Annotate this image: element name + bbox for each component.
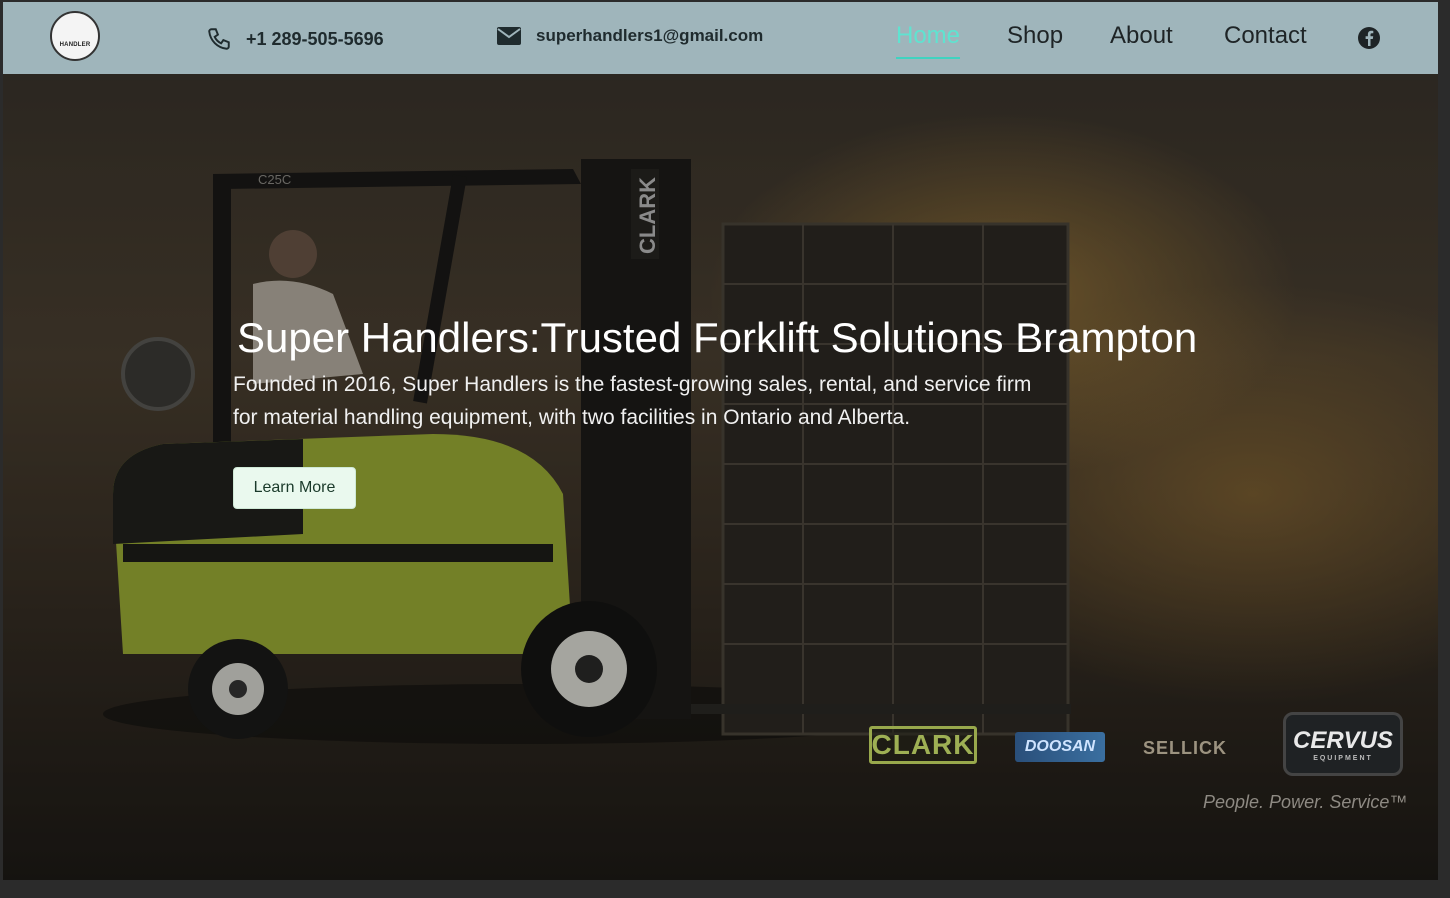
navbar: HANDLER +1 289-505-5696 superhandlers1@g… xyxy=(3,2,1438,74)
clark-logo: CLARK xyxy=(869,726,977,764)
email-address: superhandlers1@gmail.com xyxy=(536,26,764,45)
nav-about[interactable]: About xyxy=(1110,22,1173,50)
cervus-text: CERVUS xyxy=(1292,726,1394,754)
phone-icon xyxy=(208,28,230,50)
hero-section: CLARK C25C Super Handlers:Trusted Forkli… xyxy=(3,74,1438,880)
facebook-icon[interactable] xyxy=(1357,26,1381,50)
sellick-text: SELLICK xyxy=(1143,737,1228,758)
page-frame: HANDLER +1 289-505-5696 superhandlers1@g… xyxy=(3,2,1438,880)
sellick-logo: SELLICK xyxy=(1143,736,1247,760)
hero-description: Founded in 2016, Super Handlers is the f… xyxy=(233,373,1032,429)
learn-more-button[interactable]: Learn More xyxy=(233,467,356,509)
nav-home[interactable]: Home xyxy=(896,22,961,59)
doosan-logo: DOOSAN xyxy=(1015,732,1105,762)
logo-text: HANDLER xyxy=(59,42,91,48)
envelope-icon xyxy=(497,27,521,45)
phone-number: +1 289-505-5696 xyxy=(246,28,384,49)
nav-shop[interactable]: Shop xyxy=(1007,22,1063,50)
cervus-subtext: EQUIPMENT xyxy=(1313,754,1373,762)
nav-contact[interactable]: Contact xyxy=(1224,22,1307,50)
hero-title: Super Handlers:Trusted Forklift Solution… xyxy=(237,314,1198,361)
phone-contact[interactable]: +1 289-505-5696 xyxy=(206,26,384,52)
email-contact[interactable]: superhandlers1@gmail.com xyxy=(496,26,763,46)
site-logo[interactable]: HANDLER xyxy=(50,11,100,61)
cervus-tagline: People. Power. Service™ xyxy=(1203,792,1408,812)
cervus-logo: CERVUS EQUIPMENT xyxy=(1283,712,1403,776)
